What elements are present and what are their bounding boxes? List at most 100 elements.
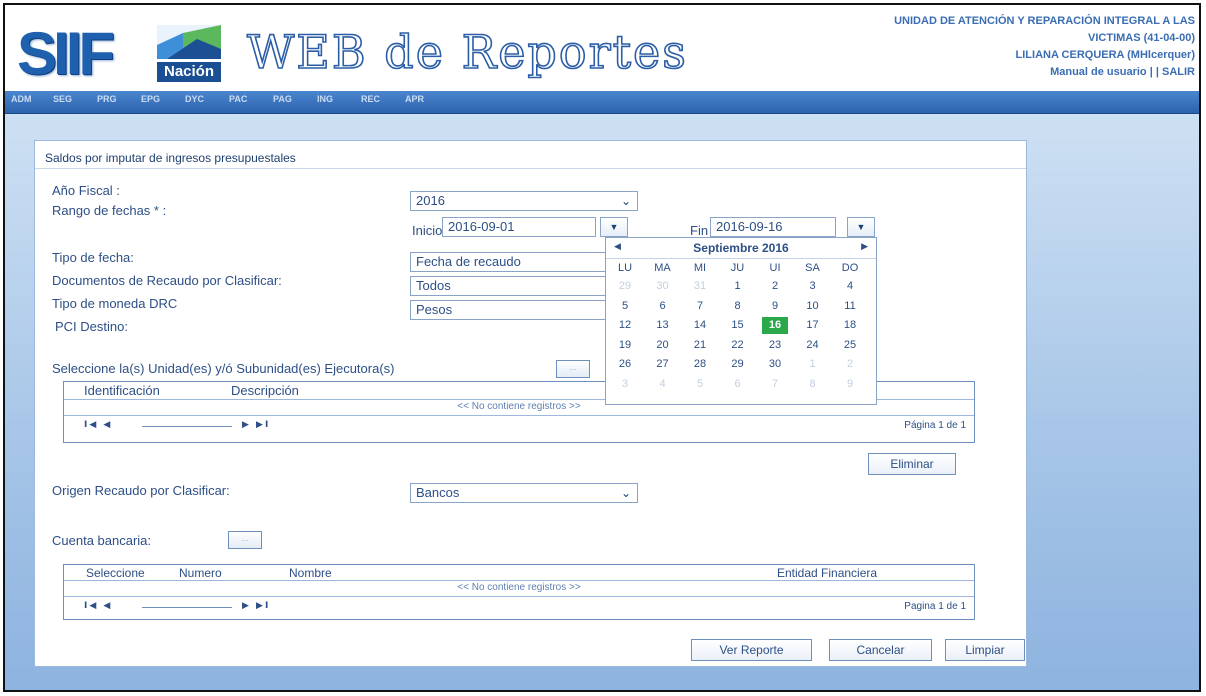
cuentas-grid: Seleccione Numero Nombre Entidad Financi… [63, 564, 975, 620]
origen-value: Bancos [416, 485, 460, 500]
nacion-label: Nación [157, 62, 221, 82]
moneda-select[interactable]: Pesos [410, 300, 638, 320]
weekday-header: UI [769, 262, 781, 274]
inicio-calendar-button[interactable]: ▼ [600, 217, 628, 237]
rango-fechas-label: Rango de fechas * : [52, 203, 167, 218]
eliminar-button[interactable]: Eliminar [868, 453, 956, 475]
org-line-1: UNIDAD DE ATENCIÓN Y REPARACIÓN INTEGRAL… [894, 15, 1195, 27]
calendar-day[interactable]: 5 [687, 376, 713, 393]
calendar-day[interactable]: 6 [650, 298, 676, 315]
calendar-day[interactable]: 3 [800, 278, 826, 295]
calendar-day[interactable]: 23 [762, 337, 788, 354]
user-info: UNIDAD DE ATENCIÓN Y REPARACIÓN INTEGRAL… [894, 13, 1195, 81]
nav-item-pag[interactable]: PAG [273, 94, 292, 104]
fin-calendar-button[interactable]: ▼ [847, 217, 875, 237]
calendar-day[interactable]: 14 [687, 317, 713, 334]
calendar-day[interactable]: 11 [837, 298, 863, 315]
calendar-day[interactable]: 4 [837, 278, 863, 295]
calendar-day[interactable]: 6 [725, 376, 751, 393]
moneda-label: Tipo de moneda DRC [52, 296, 178, 311]
calendar-day[interactable]: 1 [725, 278, 751, 295]
calendar-day[interactable]: 13 [650, 317, 676, 334]
nav-item-pac[interactable]: PAC [229, 94, 247, 104]
weekday-header: LU [617, 262, 633, 274]
panel-title: Saldos por imputar de ingresos presupues… [45, 151, 296, 165]
calendar-day[interactable]: 10 [800, 298, 826, 315]
next-month-icon[interactable]: ▶ [861, 241, 868, 252]
calendar-month-title: Septiembre 2016 [693, 241, 789, 255]
calendar-day[interactable]: 8 [800, 376, 826, 393]
calendar-day[interactable]: 8 [725, 298, 751, 315]
pci-destino-label: PCI Destino: [55, 319, 128, 334]
calendar-day[interactable]: 1 [800, 356, 826, 373]
weekday-header: SA [805, 262, 820, 274]
limpiar-button[interactable]: Limpiar [945, 639, 1025, 661]
nav-item-seg[interactable]: SEG [53, 94, 72, 104]
ver-reporte-button[interactable]: Ver Reporte [691, 639, 812, 661]
calendar-day[interactable]: 3 [612, 376, 638, 393]
pager-next-last[interactable]: ▶ ▶I [242, 601, 270, 611]
page-indicator: Página 1 de 1 [904, 420, 966, 431]
tipo-fecha-select[interactable]: Fecha de recaudo [410, 252, 638, 272]
date-picker-popup: ◀ Septiembre 2016 ▶ LU MA MI JU UI SA DO 29 30 31… [605, 237, 877, 405]
calendar-day[interactable]: 7 [687, 298, 713, 315]
org-line-2: VICTIMAS (41-04-00) [1088, 32, 1195, 44]
calendar-day[interactable]: 31 [687, 278, 713, 295]
nav-item-prg[interactable]: PRG [97, 94, 117, 104]
calendar-day-selected[interactable]: 16 [762, 317, 788, 334]
calendar-day[interactable]: 24 [800, 337, 826, 354]
calendar-day[interactable]: 4 [650, 376, 676, 393]
calendar-day[interactable]: 9 [762, 298, 788, 315]
nav-item-epg[interactable]: EPG [141, 94, 160, 104]
weekday-header: DO [841, 262, 859, 274]
documentos-select[interactable]: Todos [410, 276, 638, 296]
nav-item-ing[interactable]: ING [317, 94, 333, 104]
calendar-day[interactable]: 21 [687, 337, 713, 354]
cuenta-lookup-button[interactable]: ... [228, 531, 262, 549]
inicio-date-input[interactable]: 2016-09-01 [442, 217, 596, 237]
calendar-day[interactable]: 22 [725, 337, 751, 354]
calendar-day[interactable]: 30 [650, 278, 676, 295]
calendar-day[interactable]: 25 [837, 337, 863, 354]
calendar-day[interactable]: 2 [837, 356, 863, 373]
calendar-day[interactable]: 19 [612, 337, 638, 354]
fin-date-input[interactable]: 2016-09-16 [710, 217, 836, 237]
unidades-lookup-button[interactable]: ... [556, 360, 590, 378]
nav-item-dyc[interactable]: DYC [185, 94, 204, 104]
fin-label: Fin [690, 223, 709, 238]
anio-fiscal-label: Año Fiscal : [52, 183, 120, 198]
manual-link[interactable]: Manual de usuario [1050, 66, 1147, 78]
anio-fiscal-select[interactable]: 2016 ⌄ [410, 191, 638, 211]
nav-item-apr[interactable]: APR [405, 94, 424, 104]
calendar-day[interactable]: 2 [762, 278, 788, 295]
origen-select[interactable]: Bancos ⌄ [410, 483, 638, 503]
calendar-day[interactable]: 28 [687, 356, 713, 373]
calendar-day[interactable]: 12 [612, 317, 638, 334]
pager-next-last[interactable]: ▶ ▶I [242, 420, 270, 430]
app-title: WEB de Reportes [246, 24, 688, 80]
nav-item-adm[interactable]: ADM [11, 94, 32, 104]
exit-link[interactable]: SALIR [1162, 66, 1195, 78]
cancelar-button[interactable]: Cancelar [829, 639, 932, 661]
calendar-day[interactable]: 15 [725, 317, 751, 334]
origen-label: Origen Recaudo por Clasificar: [52, 483, 230, 498]
calendar-day[interactable]: 17 [800, 317, 826, 334]
pager-first-prev[interactable]: I◀ ◀ [84, 601, 112, 611]
calendar-day[interactable]: 18 [837, 317, 863, 334]
calendar-day[interactable]: 27 [650, 356, 676, 373]
pager-first-prev[interactable]: I◀ ◀ [84, 420, 112, 430]
calendar-day[interactable]: 29 [725, 356, 751, 373]
col-numero: Numero [179, 566, 222, 580]
calendar-day[interactable]: 7 [762, 376, 788, 393]
nav-item-rec[interactable]: REC [361, 94, 380, 104]
calendar-day[interactable]: 26 [612, 356, 638, 373]
calendar-day[interactable]: 5 [612, 298, 638, 315]
weekday-header: JU [730, 262, 745, 274]
header-links: Manual de usuario | | SALIR [894, 64, 1195, 81]
pager-bar [142, 607, 232, 608]
calendar-day[interactable]: 29 [612, 278, 638, 295]
chevron-down-icon: ⌄ [620, 194, 631, 208]
calendar-day[interactable]: 9 [837, 376, 863, 393]
calendar-day[interactable]: 30 [762, 356, 788, 373]
calendar-day[interactable]: 20 [650, 337, 676, 354]
